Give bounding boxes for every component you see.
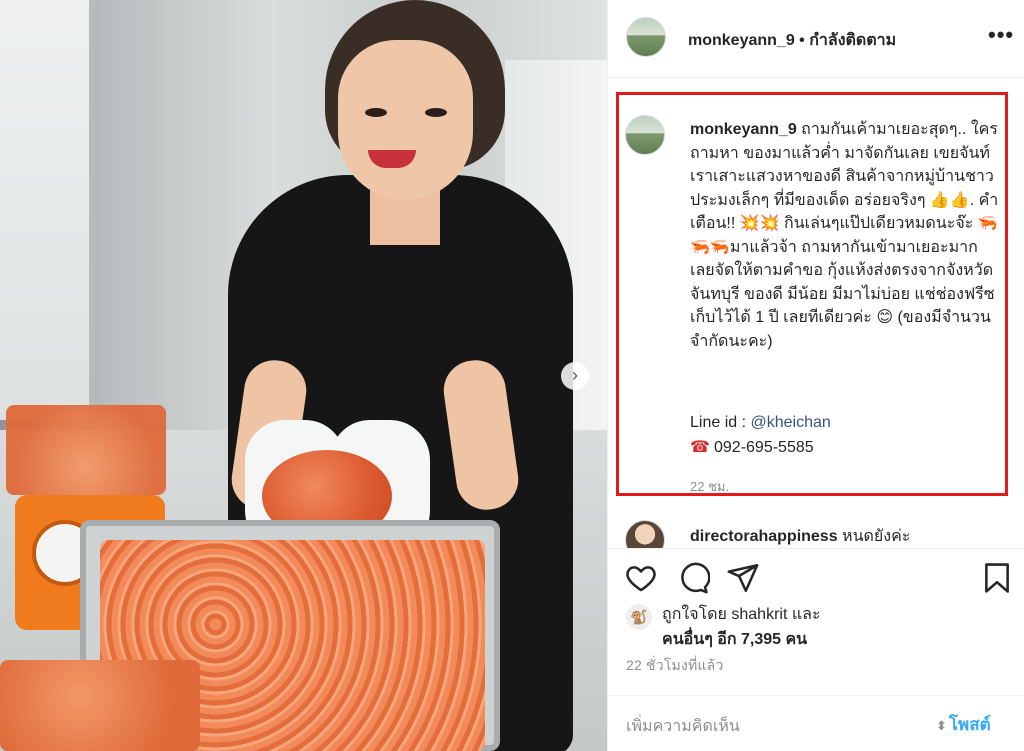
photo-shrimp-bag xyxy=(0,660,200,751)
add-comment-bar: เพิ่มความคิดเห็น ⬍ โพสต์ xyxy=(608,695,1024,751)
caption-time[interactable]: 22 ชม. xyxy=(690,476,729,497)
caption-body: ถามกันเค้ามาเยอะสุดๆ.. ใครถามหา ของมาแล้… xyxy=(690,121,999,350)
avatar[interactable] xyxy=(626,17,666,57)
comment-text: directorahappiness หนดยังค่ะ xyxy=(690,524,910,548)
caption-username[interactable]: monkeyann_9 xyxy=(690,121,797,138)
header-user-line: monkeyann_9 • กำลังติดตาม xyxy=(688,28,896,53)
photo-window xyxy=(0,0,95,420)
likes-line-1[interactable]: ถูกใจโดย shahkrit และ xyxy=(662,602,821,627)
sort-arrows-icon: ⬍ xyxy=(936,718,947,733)
photo-eye xyxy=(425,108,447,117)
more-horizontal-icon[interactable]: ••• xyxy=(988,22,1014,48)
photo-eye xyxy=(365,108,387,117)
likes-count[interactable]: คนอื่นๆ อีก 7,395 คน xyxy=(662,627,807,652)
bookmark-icon[interactable] xyxy=(980,561,1014,595)
line-handle-link[interactable]: @kheichan xyxy=(750,414,830,431)
post-timestamp[interactable]: 22 ชั่วโมงที่แล้ว xyxy=(626,655,724,677)
line-id: Line id : @kheichan xyxy=(690,414,831,432)
send-icon[interactable] xyxy=(726,561,760,595)
avatar[interactable] xyxy=(625,115,665,155)
following-status[interactable]: • กำลังติดตาม xyxy=(799,32,896,49)
comment-body: หนดยังค่ะ xyxy=(837,528,911,545)
post-header: monkeyann_9 • กำลังติดตาม ••• xyxy=(608,0,1024,78)
line-id-label: Line id : xyxy=(690,414,751,431)
comment-icon[interactable] xyxy=(676,561,710,595)
action-bar xyxy=(608,548,1024,608)
caption-text: monkeyann_9 ถามกันเค้ามาเยอะสุดๆ.. ใครถา… xyxy=(690,118,1002,353)
post-comment-button[interactable]: ⬍ โพสต์ xyxy=(936,711,991,738)
comment-input[interactable]: เพิ่มความคิดเห็น xyxy=(626,714,740,739)
header-username[interactable]: monkeyann_9 xyxy=(688,32,795,49)
phone-line: ☎ 092-695-5585 xyxy=(690,437,814,457)
photo-person-face xyxy=(338,40,473,200)
avatar[interactable] xyxy=(625,520,665,548)
comments-area: monkeyann_9 ถามกันเค้ามาเยอะสุดๆ.. ใครถา… xyxy=(608,78,1024,548)
heart-icon[interactable] xyxy=(624,561,658,595)
post-button-label: โพสต์ xyxy=(948,715,991,734)
liker-avatar[interactable]: 🐒 xyxy=(626,604,652,630)
photo-shrimp-bag xyxy=(6,405,166,495)
phone-number: 092-695-5585 xyxy=(714,439,814,456)
post-side-panel: monkeyann_9 • กำลังติดตาม ••• monkeyann_… xyxy=(607,0,1024,751)
comment-username[interactable]: directorahappiness xyxy=(690,528,838,545)
post-photo: › xyxy=(0,0,607,751)
chevron-right-icon[interactable]: › xyxy=(561,362,589,390)
telephone-icon: ☎ xyxy=(690,439,710,456)
